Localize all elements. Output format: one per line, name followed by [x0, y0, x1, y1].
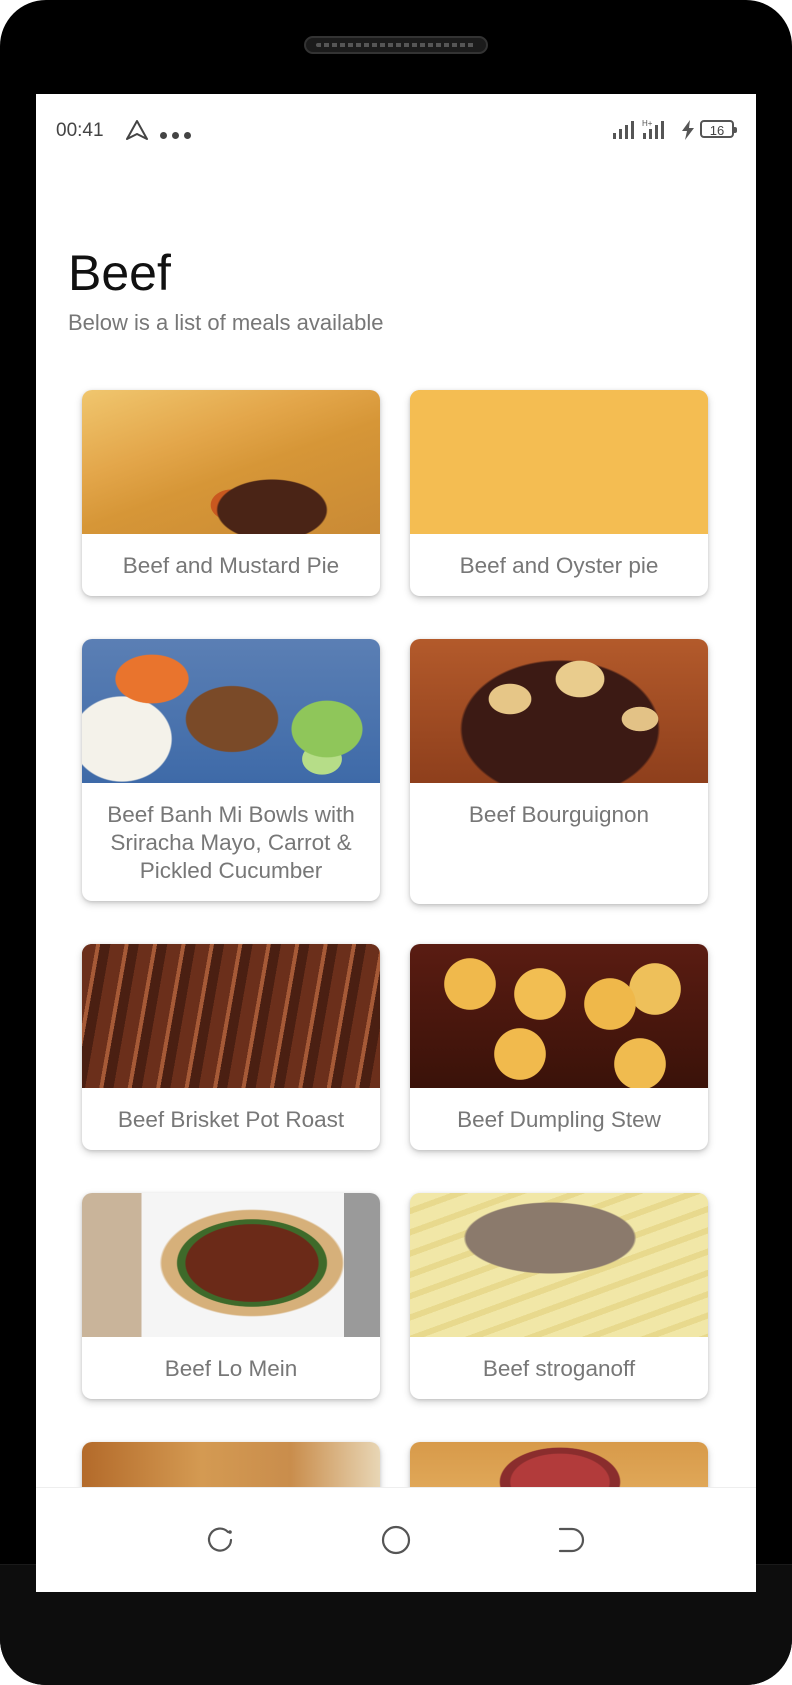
signal-icon	[613, 121, 634, 139]
navigation-arrow-icon	[126, 120, 148, 140]
meal-card[interactable]: Beef Bourguignon	[410, 639, 708, 904]
status-bar: 00:41 H+ 16	[36, 94, 756, 164]
meal-card[interactable]: Beef Lo Mein	[82, 1193, 380, 1399]
meal-card[interactable]: Beef Banh Mi Bowls with Sriracha Mayo, C…	[82, 639, 380, 901]
battery-icon: 16	[700, 120, 737, 138]
more-dots-icon	[160, 126, 196, 144]
signal-icon: H+	[642, 119, 664, 139]
meal-card[interactable]: Beef stroganoff	[410, 1193, 708, 1399]
screen: 00:41 H+ 16 Beef Below is a list of meal…	[36, 94, 756, 1592]
meal-image	[82, 1193, 380, 1337]
page-subtitle: Below is a list of meals available	[68, 310, 384, 335]
meal-image	[410, 1193, 708, 1337]
svg-text:H+: H+	[642, 119, 653, 128]
meal-name: Beef Lo Mein	[164, 1356, 298, 1381]
meal-card[interactable]: Beef Dumpling Stew	[410, 944, 708, 1150]
meal-name: Beef Brisket Pot Roast	[117, 1107, 345, 1132]
charging-icon	[682, 120, 694, 140]
meal-image	[410, 390, 708, 534]
home-icon[interactable]	[380, 1524, 412, 1556]
meal-image	[82, 390, 380, 534]
meal-image	[82, 639, 380, 783]
meal-name: Beef and Oyster pie	[459, 553, 659, 578]
meal-name: Beef Bourguignon	[468, 802, 650, 827]
meal-card[interactable]: Beef and Oyster pie	[410, 390, 708, 596]
meal-card[interactable]: Beef and Mustard Pie	[82, 390, 380, 596]
meal-name: Beef stroganoff	[482, 1356, 636, 1381]
back-icon[interactable]	[554, 1524, 586, 1556]
meal-image	[410, 639, 708, 783]
page-title: Beef	[68, 245, 171, 301]
meal-name: Beef Banh Mi Bowls with Sriracha Mayo, C…	[107, 802, 355, 883]
system-nav-bar	[36, 1487, 756, 1592]
recent-apps-icon[interactable]	[204, 1524, 236, 1556]
meal-card[interactable]: Beef Brisket Pot Roast	[82, 944, 380, 1150]
status-time: 00:41	[56, 120, 104, 141]
meal-image	[410, 944, 708, 1088]
meal-name: Beef and Mustard Pie	[122, 553, 340, 578]
meal-name: Beef Dumpling Stew	[457, 1107, 661, 1132]
meal-image	[82, 944, 380, 1088]
phone-frame: 00:41 H+ 16 Beef Below is a list of meal…	[0, 0, 792, 1685]
speaker-grille	[304, 36, 488, 54]
